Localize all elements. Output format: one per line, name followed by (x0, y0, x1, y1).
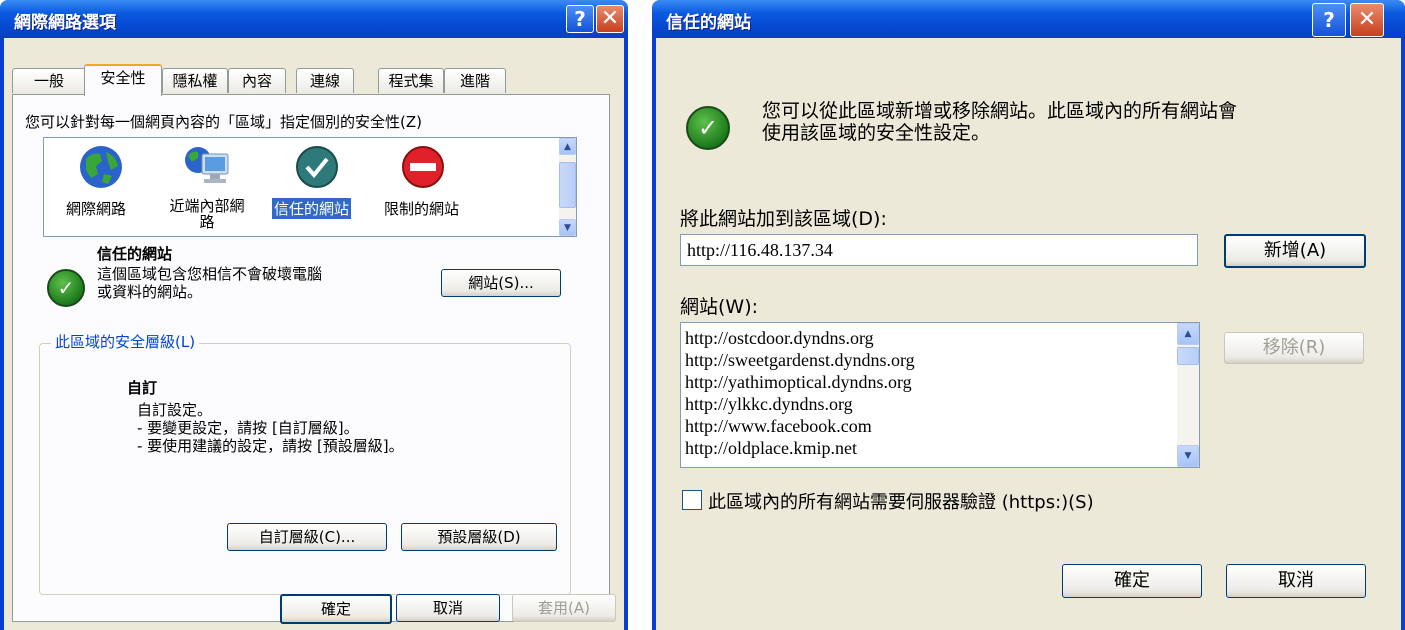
local-intranet-icon (185, 147, 229, 183)
websites-label: 網站(W): (680, 296, 759, 318)
window-title-trusted: 信任的網站 (666, 13, 751, 33)
trusted-dialog-body: ✓ 您可以從此區域新增或移除網站。此區域內的所有網站會 使用該區域的安全性設定。… (656, 38, 1401, 630)
window-title: 網際網路選項 (14, 13, 116, 33)
zone-restricted-sites[interactable]: 限制的網站 (378, 142, 478, 232)
restricted-sites-icon (402, 146, 444, 188)
trusted-check-icon: ✓ (47, 269, 85, 307)
security-level-group (39, 343, 571, 595)
https-checkbox[interactable] (682, 490, 702, 510)
list-item[interactable]: http://www.facebook.com (685, 415, 915, 437)
websites-list[interactable]: http://ostcdoor.dyndns.org http://sweetg… (680, 322, 1200, 468)
remove-button[interactable]: 移除(R) (1224, 332, 1364, 364)
add-site-label: 將此網站加到該區域(D): (680, 208, 887, 230)
close-button-trusted[interactable]: ✕ (1350, 3, 1384, 37)
sites-button[interactable]: 網站(S)... (441, 269, 561, 297)
custom-line3: - 要使用建議的設定，請按 [預設層級]。 (137, 437, 404, 455)
security-level-legend: 此區域的安全層級(L) (51, 331, 200, 352)
scroll-down-button[interactable]: ▼ (1177, 445, 1199, 467)
tab-security[interactable]: 安全性 (84, 64, 162, 96)
zone-instruction: 您可以針對每一個網頁內容的「區域」指定個別的安全性(Z) (25, 113, 422, 131)
trusted-check-icon-large: ✓ (686, 106, 730, 150)
help-button-trusted[interactable]: ? (1312, 3, 1346, 37)
tab-privacy[interactable]: 隱私權 (162, 68, 228, 93)
zone-label-restricted-sites: 限制的網站 (384, 200, 460, 218)
zone-local-intranet[interactable]: 近端內部網路 (156, 142, 256, 236)
custom-title: 自訂 (127, 379, 158, 397)
websites-scrollbar[interactable]: ▲ ▼ (1177, 323, 1199, 467)
zone-list[interactable]: 網際網路 近端內部網路 信任的網站 限制的網站 ▲ ▼ (43, 137, 577, 237)
zone-label-local-intranet: 近端內部網路 (169, 197, 245, 231)
title-bar-trusted[interactable]: 信任的網站 ? ✕ (652, 0, 1405, 38)
tab-content[interactable]: 內容 (228, 68, 286, 93)
tab-general[interactable]: 一般 (12, 68, 86, 93)
apply-button[interactable]: 套用(A) (512, 594, 616, 622)
list-item[interactable]: http://ylkkc.dyndns.org (685, 393, 915, 415)
zone-title: 信任的網站 (97, 245, 173, 263)
website-list-items: http://ostcdoor.dyndns.org http://sweetg… (685, 327, 915, 459)
trusted-sites-window: 信任的網站 ? ✕ ✓ 您可以從此區域新增或移除網站。此區域內的所有網站會 使用… (652, 0, 1405, 630)
list-item[interactable]: http://ostcdoor.dyndns.org (685, 327, 915, 349)
list-item[interactable]: http://sweetgardenst.dyndns.org (685, 349, 915, 371)
scroll-thumb[interactable] (559, 162, 576, 208)
zone-trusted-sites[interactable]: 信任的網站 (266, 142, 366, 232)
default-level-button[interactable]: 預設層級(D) (401, 523, 557, 551)
tab-programs[interactable]: 程式集 (378, 68, 444, 93)
scroll-down-button[interactable]: ▼ (559, 219, 576, 236)
close-button[interactable]: ✕ (596, 5, 624, 33)
list-item[interactable]: http://oldplace.kmip.net (685, 437, 915, 459)
ok-button-trusted[interactable]: 確定 (1062, 564, 1202, 598)
tab-advanced[interactable]: 進階 (444, 68, 506, 93)
trusted-sites-icon (296, 146, 338, 188)
scroll-up-button[interactable]: ▲ (559, 138, 576, 155)
list-item[interactable]: http://yathimoptical.dyndns.org (685, 371, 915, 393)
tab-connections[interactable]: 連線 (296, 68, 354, 93)
cancel-button[interactable]: 取消 (396, 594, 500, 622)
cancel-button-trusted[interactable]: 取消 (1226, 564, 1366, 598)
https-checkbox-label[interactable]: 此區域內的所有網站需要伺服器驗證 (https:)(S) (708, 488, 1094, 514)
zone-label-trusted-sites: 信任的網站 (272, 198, 352, 219)
zone-list-scrollbar[interactable]: ▲ ▼ (559, 138, 576, 236)
dialog-body: 一般 安全性 隱私權 內容 連線 程式集 進階 您可以針對每一個網頁內容的「區域… (4, 38, 624, 630)
scroll-up-button[interactable]: ▲ (1177, 323, 1199, 345)
custom-level-button[interactable]: 自訂層級(C)... (227, 523, 387, 551)
globe-icon (80, 146, 122, 188)
security-tab-panel: 您可以針對每一個網頁內容的「區域」指定個別的安全性(Z) 網際網路 近端內部網 … (12, 94, 610, 622)
scroll-thumb[interactable] (1177, 347, 1199, 365)
info-line2: 使用該區域的安全性設定。 (762, 122, 991, 144)
title-bar[interactable]: 網際網路選項 ? ✕ (0, 0, 628, 38)
add-site-input[interactable] (680, 234, 1198, 266)
zone-label-internet: 網際網路 (66, 200, 127, 218)
add-button[interactable]: 新增(A) (1224, 234, 1366, 268)
zone-description-line2: 或資料的網站。 (97, 283, 203, 301)
help-button[interactable]: ? (566, 5, 594, 33)
ok-button[interactable]: 確定 (280, 594, 392, 624)
zone-internet[interactable]: 網際網路 (56, 142, 146, 232)
internet-options-window: 網際網路選項 ? ✕ 一般 安全性 隱私權 內容 連線 程式集 進階 您可以針對… (0, 0, 628, 630)
